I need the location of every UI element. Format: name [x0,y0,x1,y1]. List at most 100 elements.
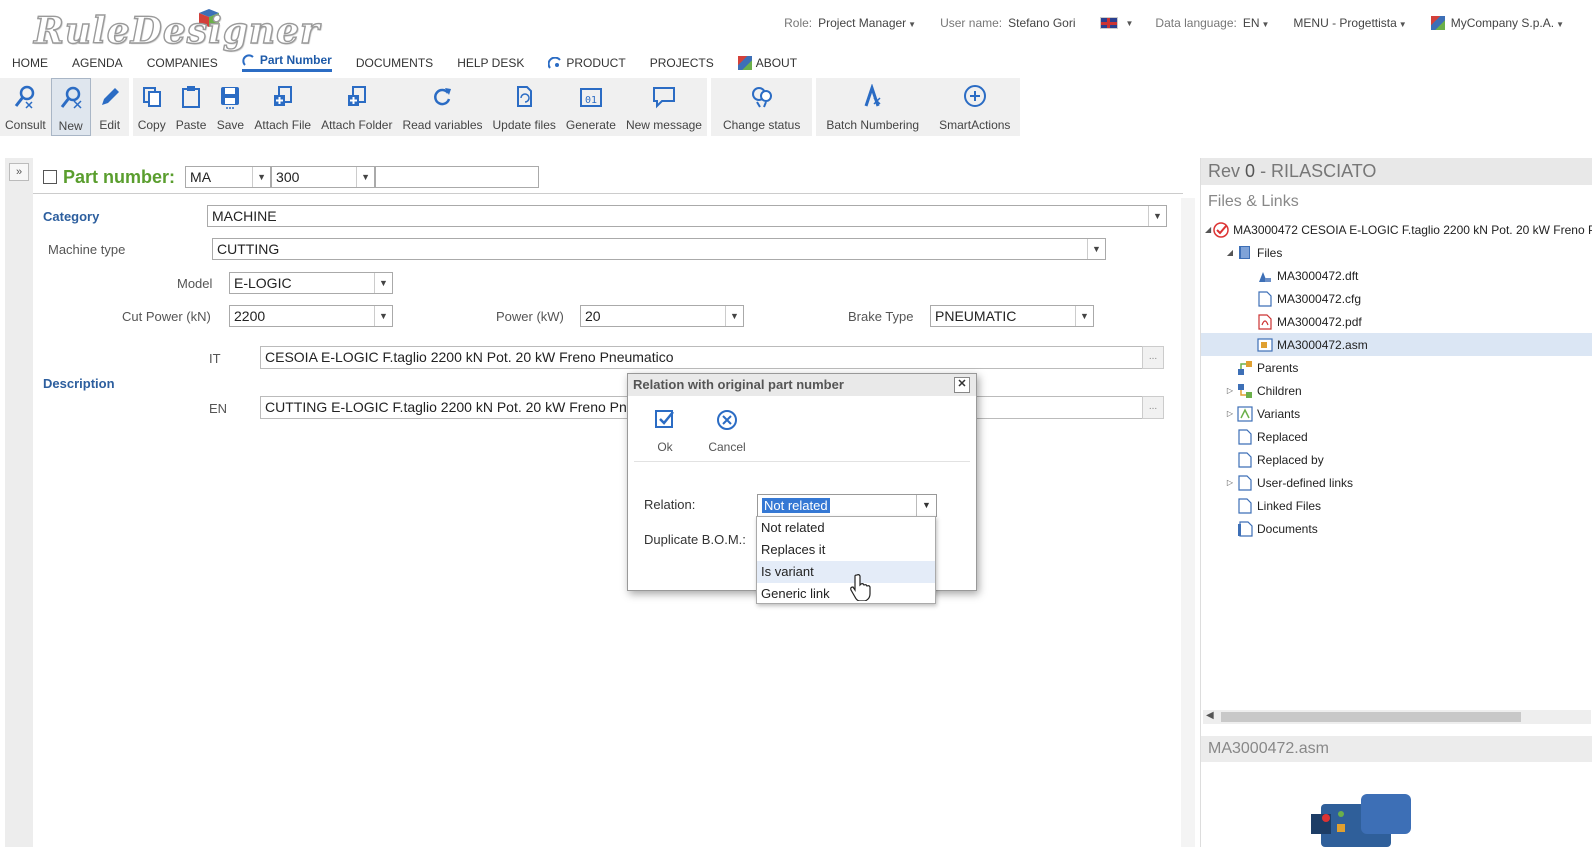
tree-file-asm[interactable]: MA3000472.asm [1201,333,1592,356]
tree-replaced-by-label: Replaced by [1257,452,1324,467]
new-button[interactable]: New [50,78,91,136]
data-language-selector[interactable]: EN ▼ [1243,16,1270,30]
brake-type-select[interactable]: PNEUMATIC ▼ [930,305,1094,327]
tree-file-dft[interactable]: MA3000472.dft [1201,264,1592,287]
pn-series-select[interactable]: 300 ▼ [271,166,376,188]
description-en-expand-button[interactable]: ... [1142,396,1164,419]
tree-parents[interactable]: Parents [1201,356,1592,379]
generate-button[interactable]: 01 Generate [561,78,621,136]
expand-panel-button[interactable]: » [9,163,29,181]
app-logo[interactable]: RuleDesigner [33,9,320,52]
nav-projects[interactable]: PROJECTS [650,53,714,72]
svg-text:01: 01 [585,95,597,106]
tree-children[interactable]: ▷ Children [1201,379,1592,402]
paste-label: Paste [175,118,207,132]
nav-part-number[interactable]: Part Number [241,53,332,72]
cancel-label: Cancel [708,440,746,454]
tree-file-pdf[interactable]: MA3000472.pdf [1201,310,1592,333]
collapse-icon[interactable]: ◢ [1225,248,1235,257]
scrollbar-thumb[interactable] [1221,712,1521,722]
attach-file-button[interactable]: Attach File [249,78,316,136]
part-number-label: Part number: [63,166,176,187]
nav-product[interactable]: PRODUCT [548,53,626,72]
paste-button[interactable]: Paste [171,78,212,136]
cut-power-select[interactable]: 2200 ▼ [229,305,393,327]
uk-flag-icon[interactable] [1099,17,1118,29]
tree-root[interactable]: ◢ MA3000472 CESOIA E-LOGIC F.taglio 2200… [1201,218,1592,241]
part-number-checkbox[interactable] [43,170,57,184]
toolbar: Consult New Edit Copy Paste Save Attach … [0,78,1024,136]
nav-about[interactable]: ABOUT [737,53,797,72]
relation-select[interactable]: Not related ▼ [757,494,937,517]
tree-variants[interactable]: ▷ Variants [1201,402,1592,425]
description-it-expand-button[interactable]: ... [1142,346,1164,369]
change-status-label: Change status [722,118,801,132]
collapse-icon[interactable]: ◢ [1205,225,1211,234]
machine-type-select[interactable]: CUTTING ▼ [212,238,1106,260]
tree-file-cfg[interactable]: MA3000472.cfg [1201,287,1592,310]
nav-documents[interactable]: DOCUMENTS [356,53,433,72]
new-message-button[interactable]: New message [621,78,707,136]
read-variables-button[interactable]: Read variables [397,78,487,136]
right-panel: Rev 0 - RILASCIATO Files & Links ◢ MA300… [1200,158,1592,847]
nav-companies[interactable]: COMPANIES [147,53,218,72]
pn-prefix-select[interactable]: MA ▼ [185,166,272,188]
relation-option-not-related[interactable]: Not related [757,517,935,539]
close-icon[interactable]: ✕ [954,377,970,393]
tree-user-defined-links[interactable]: ▷ User-defined links [1201,471,1592,494]
chevron-down-icon: ▼ [1261,20,1270,29]
generate-label: Generate [565,118,616,132]
nav-home[interactable]: HOME [12,53,48,72]
category-select[interactable]: MACHINE ▼ [207,205,1167,227]
attach-folder-button[interactable]: Attach Folder [316,78,397,136]
batch-numbering-button[interactable]: Batch Numbering [816,78,929,136]
relation-option-is-variant[interactable]: Is variant [757,561,935,583]
tree-replaced-by[interactable]: Replaced by [1201,448,1592,471]
expand-icon[interactable]: ▷ [1225,409,1235,418]
floppy-icon [221,87,240,109]
smart-actions-button[interactable]: SmartActions [929,78,1020,136]
pn-code-input[interactable] [375,166,540,188]
role-value: Project Manager [818,16,907,30]
nav-help-desk[interactable]: HELP DESK [457,53,524,72]
batch-numbering-icon [864,84,881,107]
change-status-button[interactable]: Change status [711,78,812,136]
nav-agenda[interactable]: AGENDA [72,53,123,72]
tree-linked-files[interactable]: Linked Files [1201,494,1592,517]
menu-selector[interactable]: MENU - Progettista ▼ [1293,16,1406,30]
expand-icon[interactable]: ▷ [1225,386,1235,395]
data-language-label: Data language: [1155,16,1237,30]
power-value: 20 [585,308,601,324]
power-select[interactable]: 20 ▼ [580,305,744,327]
user-info-bar: Role: Project Manager ▼ User name: Stefan… [784,16,1564,30]
tree-horizontal-scrollbar[interactable]: ◀ [1203,710,1591,724]
tree-documents[interactable]: Documents [1201,517,1592,540]
tree-files[interactable]: ◢ Files [1201,241,1592,264]
relation-option-generic-link[interactable]: Generic link [757,583,935,605]
edit-button[interactable]: Edit [91,78,129,136]
update-files-button[interactable]: Update files [488,78,561,136]
consult-button[interactable]: Consult [0,78,51,136]
cancel-button[interactable]: Cancel [696,402,758,461]
update-files-icon [517,86,533,107]
scroll-left-icon[interactable]: ◀ [1206,710,1214,721]
save-label: Save [216,118,245,132]
tree-linked-files-label: Linked Files [1257,498,1322,513]
company-selector[interactable]: MyCompany S.p.A. ▼ [1451,16,1564,30]
form-scrollbar[interactable] [1181,198,1195,847]
description-it-input[interactable]: CESOIA E-LOGIC F.taglio 2200 kN Pot. 20 … [260,346,1143,369]
tree-replaced[interactable]: Replaced [1201,425,1592,448]
save-button[interactable]: Save [211,78,249,136]
part-number-form: Part number: MA ▼ 300 ▼ Category MACHINE ▼ … [33,158,1196,847]
variants-icon [1237,405,1253,422]
ok-button[interactable]: Ok [634,402,696,461]
relation-option-replaces-it[interactable]: Replaces it [757,539,935,561]
copy-button[interactable]: Copy [133,78,171,136]
expand-icon[interactable]: ▷ [1225,478,1235,487]
role-selector[interactable]: Project Manager ▼ [818,16,916,30]
model-select[interactable]: E-LOGIC ▼ [229,272,393,294]
chevron-down-icon[interactable]: ▼ [916,495,936,516]
document-icon [1258,290,1272,307]
chevron-down-icon: ▼ [908,20,917,29]
model-label: Model [177,276,213,291]
